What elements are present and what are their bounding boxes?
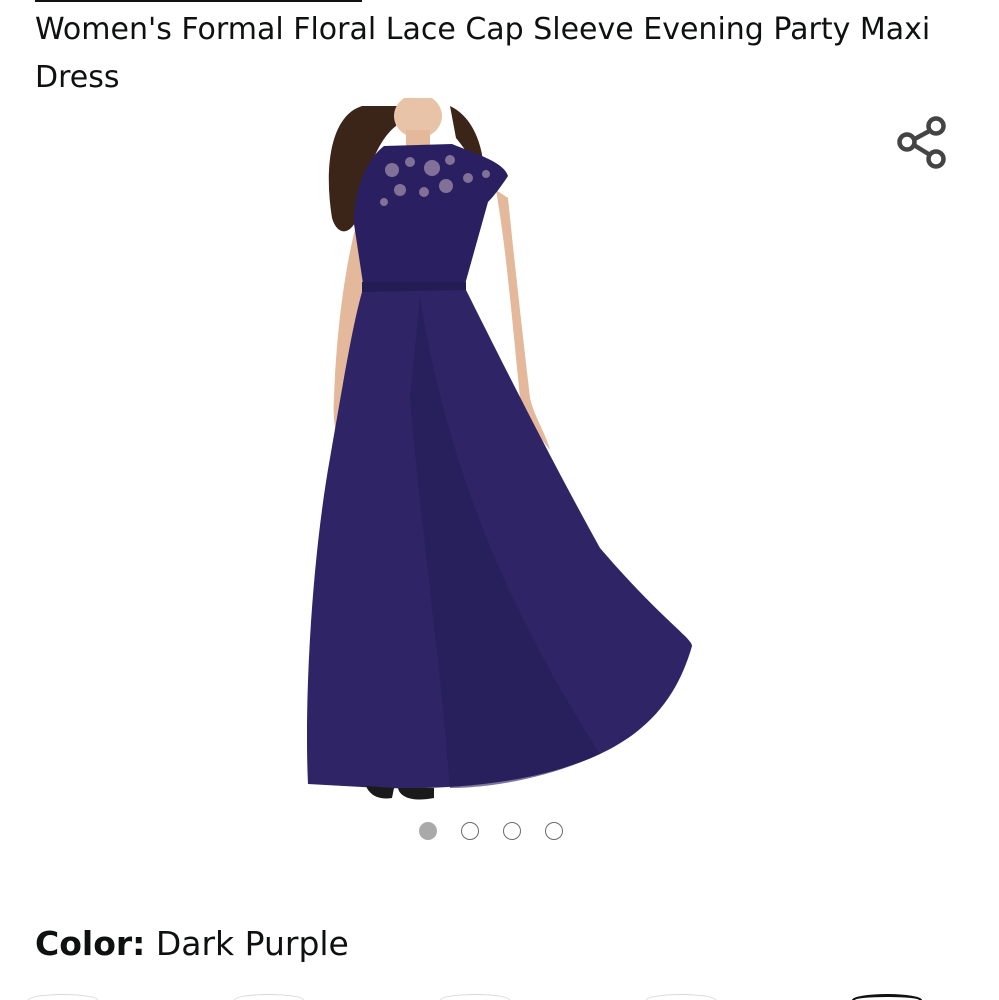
left-shoe [366, 786, 394, 799]
pagination-dot-1[interactable] [419, 822, 437, 840]
dress-illustration [306, 94, 692, 800]
pagination-dot-2[interactable] [461, 822, 479, 840]
right-shoe [398, 788, 434, 800]
color-swatch[interactable] [28, 994, 98, 1000]
color-label: Color: [35, 924, 146, 963]
color-swatch[interactable] [646, 994, 716, 1000]
color-swatch[interactable] [234, 994, 304, 1000]
color-swatch[interactable] [440, 994, 510, 1000]
image-pagination [419, 822, 563, 844]
product-image[interactable] [300, 94, 700, 808]
share-button[interactable] [891, 112, 951, 172]
pagination-dot-3[interactable] [503, 822, 521, 840]
color-swatch-strip [0, 994, 999, 1000]
product-detail-page: Women's Formal Floral Lace Cap Sleeve Ev… [0, 0, 999, 1000]
top-divider [35, 0, 362, 2]
color-value: Dark Purple [155, 924, 349, 963]
product-title: Women's Formal Floral Lace Cap Sleeve Ev… [35, 12, 931, 95]
color-swatch-selected[interactable] [852, 994, 922, 1000]
share-icon [897, 116, 946, 169]
pagination-dot-4[interactable] [545, 822, 563, 840]
color-selection: Color: Dark Purple [35, 922, 349, 966]
